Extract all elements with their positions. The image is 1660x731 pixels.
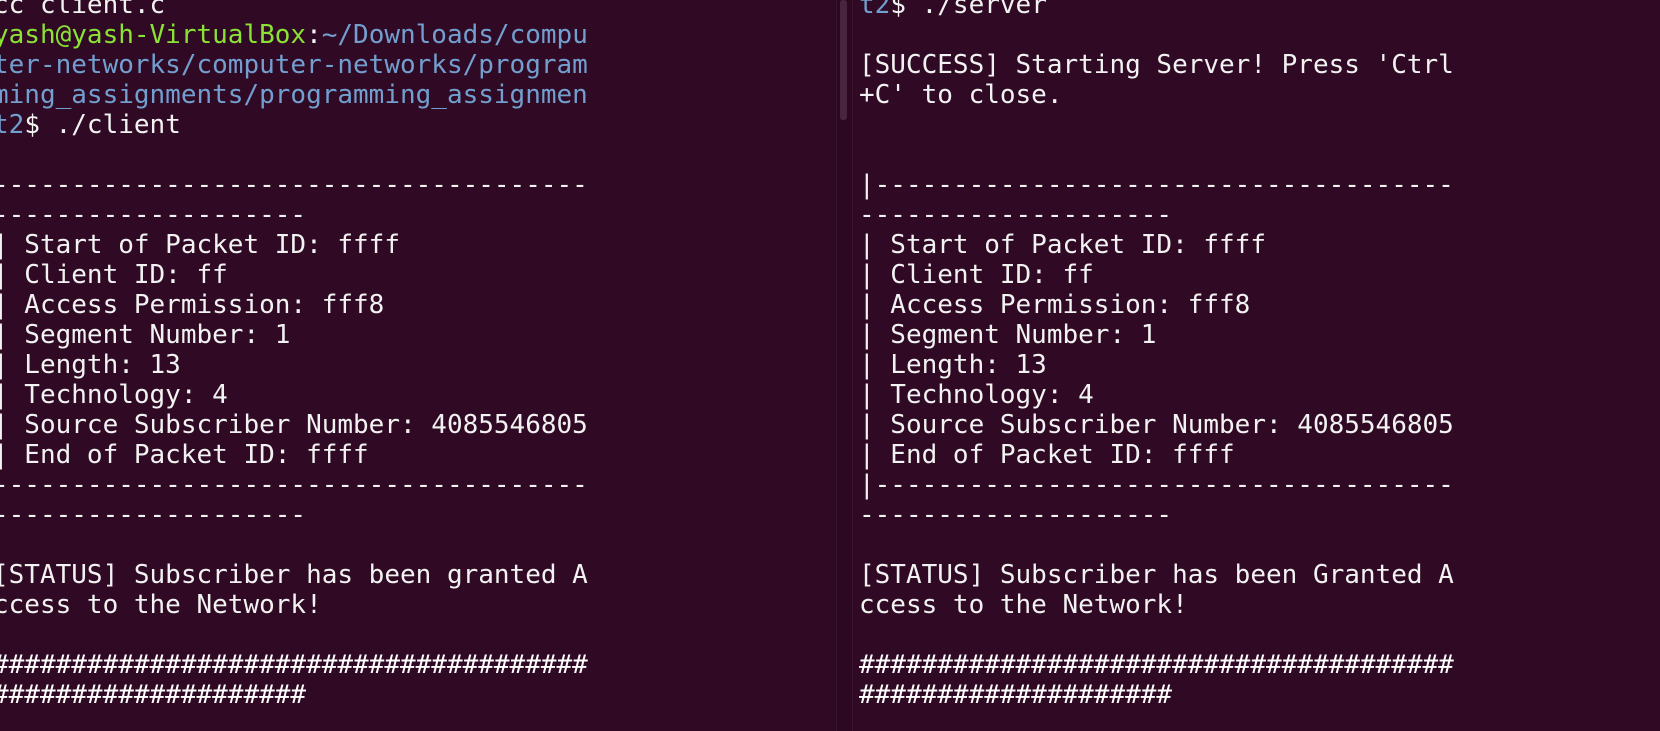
server-terminal-text-segment: | Length: 13 xyxy=(859,350,1047,380)
client-terminal-text-segment: cc client.c xyxy=(0,0,166,20)
client-terminal-line: | Segment Number: 1 xyxy=(0,320,290,350)
client-terminal-text-segment: : xyxy=(306,20,322,50)
server-terminal-line: | Length: 13 xyxy=(859,350,1047,380)
server-terminal-text-segment: +C' to close. xyxy=(859,80,1063,110)
client-terminal-line: ter-networks/computer-networks/program xyxy=(0,50,588,80)
server-terminal-line: ###################################### xyxy=(859,650,1454,680)
client-terminal-line: ming_assignments/programming_assignmen xyxy=(0,80,588,110)
server-terminal-text-segment: | Technology: 4 xyxy=(859,380,1094,410)
server-terminal-line: -------------------- xyxy=(859,500,1172,530)
client-terminal-line: | Client ID: ff xyxy=(0,260,228,290)
client-terminal-text-segment: | Technology: 4 xyxy=(0,380,228,410)
client-terminal-text-segment: ccess to the Network! xyxy=(0,590,322,620)
client-terminal-line: | Start of Packet ID: ffff xyxy=(0,230,400,260)
client-terminal-line: -------------------- xyxy=(0,200,306,230)
client-terminal-text-segment: yash@yash-VirtualBox xyxy=(0,20,307,50)
server-terminal-line: #################### xyxy=(859,680,1172,710)
client-terminal-line: | Access Permission: fff8 xyxy=(0,290,384,320)
server-terminal-text-segment: -------------------- xyxy=(859,200,1173,230)
client-terminal-line: #################### xyxy=(0,680,306,710)
client-terminal-text-segment: #################### xyxy=(0,680,307,710)
server-terminal-line: | Access Permission: fff8 xyxy=(859,290,1250,320)
client-terminal-text-segment: ter-networks/computer-networks/program xyxy=(0,50,588,80)
server-terminal-line: | Source Subscriber Number: 4085546805 xyxy=(859,410,1454,440)
server-terminal-text-segment: | Segment Number: 1 xyxy=(859,320,1157,350)
server-terminal-line: | Client ID: ff xyxy=(859,260,1094,290)
client-terminal-text-segment: -------------------------------------- xyxy=(0,170,588,200)
client-terminal-line: | Source Subscriber Number: 4085546805 xyxy=(0,410,588,440)
client-terminal-text-segment: | Length: 13 xyxy=(0,350,181,380)
server-terminal-line: |------------------------------------- xyxy=(859,170,1454,200)
server-terminal-line: ccess to the Network! xyxy=(859,590,1188,620)
client-terminal-line: yash@yash-VirtualBox:~/Downloads/compu xyxy=(0,20,588,50)
server-terminal-line: -------------------- xyxy=(859,200,1172,230)
client-terminal-text-segment: | Start of Packet ID: ffff xyxy=(0,230,400,260)
scrollbar-thumb[interactable] xyxy=(840,0,847,120)
client-terminal-line: | Length: 13 xyxy=(0,350,181,380)
server-terminal-line: | Technology: 4 xyxy=(859,380,1094,410)
server-terminal-text-segment: |------------------------------------- xyxy=(859,170,1454,200)
server-terminal-text-segment: $ ./server xyxy=(890,0,1047,20)
client-terminal-text-segment: | End of Packet ID: ffff xyxy=(0,440,369,470)
client-terminal-text-segment: | Client ID: ff xyxy=(0,260,228,290)
client-terminal-line: | End of Packet ID: ffff xyxy=(0,440,369,470)
server-terminal-line: [SUCCESS] Starting Server! Press 'Ctrl xyxy=(859,50,1454,80)
server-terminal-line: t2$ ./server xyxy=(859,0,1047,20)
server-terminal-text-segment: #################### xyxy=(859,680,1173,710)
client-terminal-text-segment: -------------------- xyxy=(0,200,307,230)
client-terminal-line: | Technology: 4 xyxy=(0,380,228,410)
server-terminal-text-segment: ###################################### xyxy=(859,650,1454,680)
client-terminal-line: -------------------- xyxy=(0,500,306,530)
server-terminal-text-segment: [SUCCESS] Starting Server! Press 'Ctrl xyxy=(859,50,1454,80)
server-terminal-text-segment: | Source Subscriber Number: 4085546805 xyxy=(859,410,1454,440)
client-terminal-text-segment: ###################################### xyxy=(0,650,588,680)
terminal-split-screen: cc client.c yash@yash-VirtualBox:~/Downlo… xyxy=(0,0,1660,731)
server-terminal-line: +C' to close. xyxy=(859,80,1063,110)
server-terminal-text-segment: t2 xyxy=(859,0,891,20)
server-terminal-line: [STATUS] Subscriber has been Granted A xyxy=(859,560,1454,590)
client-terminal-text-segment: [STATUS] Subscriber has been granted A xyxy=(0,560,588,590)
client-terminal-text-segment: | Segment Number: 1 xyxy=(0,320,291,350)
server-terminal-text-segment: | Client ID: ff xyxy=(859,260,1094,290)
client-terminal-text-segment: $ ./client xyxy=(24,110,181,140)
server-terminal-pane[interactable]: t2$ ./server [SUCCESS] Starting Server! P… xyxy=(853,0,1660,731)
server-terminal-line: | Start of Packet ID: ffff xyxy=(859,230,1266,260)
server-terminal-line: | Segment Number: 1 xyxy=(859,320,1156,350)
client-terminal-line: -------------------------------------- xyxy=(0,470,588,500)
server-terminal-text-segment: |------------------------------------- xyxy=(859,470,1454,500)
server-terminal-text-segment: | Access Permission: fff8 xyxy=(859,290,1251,320)
client-terminal-text-segment: ~/Downloads/compu xyxy=(321,20,588,50)
server-terminal-text-segment: | End of Packet ID: ffff xyxy=(859,440,1235,470)
client-terminal-line: cc client.c xyxy=(0,0,165,20)
client-terminal-line: ccess to the Network! xyxy=(0,590,322,620)
client-terminal-text-segment: | Source Subscriber Number: 4085546805 xyxy=(0,410,588,440)
server-terminal-text-segment: ccess to the Network! xyxy=(859,590,1188,620)
server-terminal-line: |------------------------------------- xyxy=(859,470,1454,500)
client-terminal-text-segment: | Access Permission: fff8 xyxy=(0,290,385,320)
server-terminal-text-segment: -------------------- xyxy=(859,500,1173,530)
client-terminal-line: ###################################### xyxy=(0,650,588,680)
client-terminal-text-segment: -------------------- xyxy=(0,500,307,530)
client-terminal-pane[interactable]: cc client.c yash@yash-VirtualBox:~/Downlo… xyxy=(0,0,810,731)
server-terminal-line: | End of Packet ID: ffff xyxy=(859,440,1235,470)
client-terminal-text-segment: -------------------------------------- xyxy=(0,470,588,500)
server-terminal-text-segment: | Start of Packet ID: ffff xyxy=(859,230,1266,260)
client-terminal-line: -------------------------------------- xyxy=(0,170,588,200)
client-terminal-text-segment: t2 xyxy=(0,110,25,140)
client-terminal-line: [STATUS] Subscriber has been granted A xyxy=(0,560,588,590)
client-terminal-text-segment: ming_assignments/programming_assignmen xyxy=(0,80,588,110)
server-terminal-text-segment: [STATUS] Subscriber has been Granted A xyxy=(859,560,1454,590)
client-terminal-line: t2$ ./client xyxy=(0,110,181,140)
